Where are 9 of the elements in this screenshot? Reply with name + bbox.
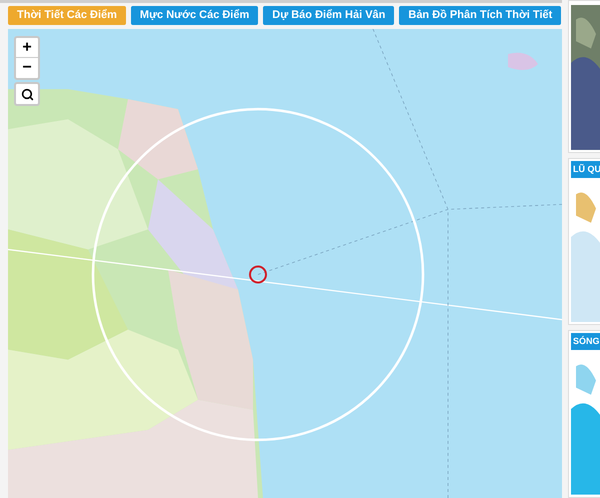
card-title: SÓNG xyxy=(571,333,600,350)
zoom-out-button[interactable]: − xyxy=(16,58,38,78)
tab[interactable]: Bản Đồ Phân Tích Thời Tiết xyxy=(399,6,562,25)
search-button[interactable] xyxy=(14,82,40,106)
tab[interactable]: Mực Nước Các Điểm xyxy=(130,6,258,25)
search-icon xyxy=(20,88,34,100)
zoom-in-button[interactable]: + xyxy=(16,38,38,58)
tab[interactable]: Thời Tiết Các Điểm xyxy=(8,6,126,25)
tab[interactable]: Dự Báo Điểm Hải Vân xyxy=(263,6,394,25)
